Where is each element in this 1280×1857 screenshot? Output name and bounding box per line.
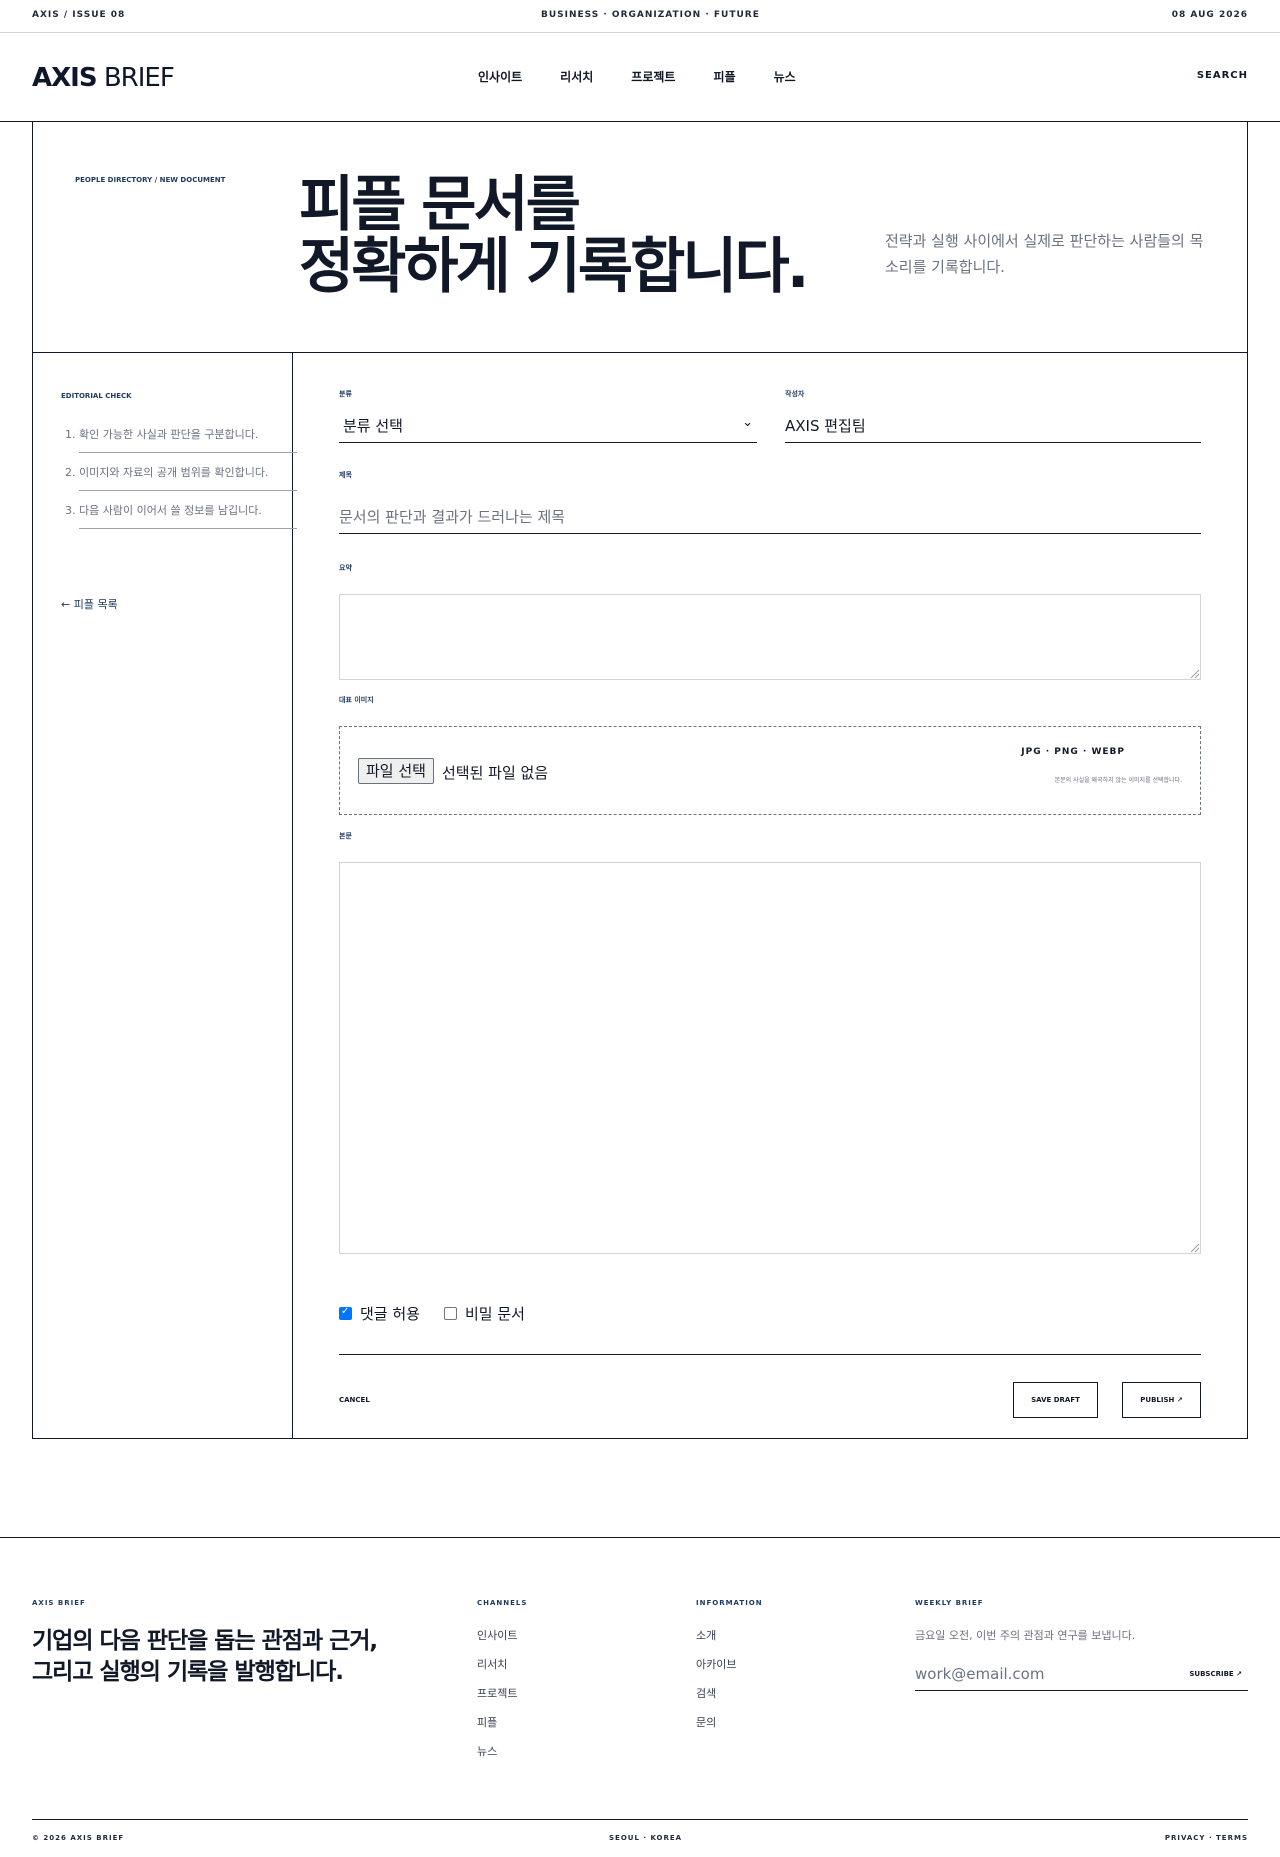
document-options: 댓글 허용 비밀 문서 [339, 1303, 525, 1324]
footer-link[interactable]: 아카이브 [696, 1656, 763, 1672]
body-label: 본문 [339, 832, 352, 840]
title-label: 제목 [339, 471, 352, 479]
accepted-formats: JPG · PNG · WEBP [1021, 747, 1125, 757]
hero: PEOPLE DIRECTORY / NEW DOCUMENT 피플 문서를 정… [33, 122, 1247, 353]
footer-link[interactable]: 피플 [477, 1714, 527, 1730]
check-item-text: 확인 가능한 사실과 판단을 구분합니다. [79, 428, 259, 441]
logo[interactable]: AXIS BRIEF [32, 63, 175, 93]
checkbox-checked-icon[interactable] [339, 1306, 352, 1320]
page-title-line2: 정확하게 기록합니다. [299, 232, 809, 302]
sidebar: EDITORIAL CHECK 1. 확인 가능한 사실과 판단을 구분합니다. … [33, 353, 297, 1438]
private-document-label: 비밀 문서 [464, 1305, 525, 1323]
page-title: 피플 문서를 정확하게 기록합니다. [299, 170, 809, 302]
copyright: © 2026 AXIS BRIEF [32, 1834, 125, 1842]
main-nav: 인사이트 리서치 프로젝트 피플 뉴스 [478, 68, 796, 85]
footer-link[interactable]: 인사이트 [477, 1627, 527, 1643]
category-select[interactable]: 분류 선택 ⌄ [339, 409, 757, 443]
nav-item-people[interactable]: 피플 [713, 68, 735, 85]
page-title-line1: 피플 문서를 [299, 170, 581, 240]
email-input[interactable]: work@email.com SUBSCRIBE ↗ [915, 1661, 1248, 1691]
footer-location: SEOUL · KOREA [609, 1834, 683, 1842]
check-item-text: 다음 사람이 이어서 쓸 정보를 남깁니다. [79, 504, 262, 517]
logo-bold: AXIS [32, 63, 98, 93]
top-bar: AXIS / ISSUE 08 BUSINESS · ORGANIZATION … [0, 0, 1280, 33]
body-textarea[interactable] [339, 862, 1201, 1254]
category-label: 분류 [339, 390, 352, 398]
title-input[interactable]: 문서의 판단과 결과가 드러나는 제목 [339, 500, 1201, 534]
category-value: 분류 선택 [343, 417, 403, 435]
allow-comments-label: 댓글 허용 [360, 1305, 420, 1323]
footer-link[interactable]: 프로젝트 [477, 1685, 527, 1701]
footer-link[interactable]: 뉴스 [477, 1743, 527, 1759]
footer-bottom: © 2026 AXIS BRIEF SEOUL · KOREA PRIVACY … [32, 1819, 1248, 1842]
check-item: 2. 이미지와 자료의 공개 범위를 확인합니다. [65, 463, 297, 491]
subscribe-button[interactable]: SUBSCRIBE ↗ [1189, 1670, 1242, 1678]
site-header: AXIS BRIEF 인사이트 리서치 프로젝트 피플 뉴스 SEARCH [0, 33, 1280, 122]
information-heading: INFORMATION [696, 1599, 763, 1607]
resize-handle-icon[interactable] [1191, 1244, 1199, 1252]
check-item: 1. 확인 가능한 사실과 판단을 구분합니다. [65, 425, 297, 453]
hero-description: 전략과 실행 사이에서 실제로 판단하는 사람들의 목소리를 기록합니다. [885, 232, 1204, 276]
editorial-check-heading: EDITORIAL CHECK [61, 392, 132, 400]
editorial-check-list: 1. 확인 가능한 사실과 판단을 구분합니다. 2. 이미지와 자료의 공개 범위… [65, 425, 297, 539]
nav-item-insight[interactable]: 인사이트 [478, 68, 522, 85]
image-label: 대표 이미지 [339, 696, 374, 704]
resize-handle-icon[interactable] [1191, 670, 1199, 678]
cancel-button[interactable]: CANCEL [339, 1396, 370, 1404]
weekly-brief: WEEKLY BRIEF 금요일 오전, 이번 주의 관점과 연구를 보냅니다.… [915, 1599, 1248, 1691]
author-label: 작성자 [785, 390, 805, 398]
footer-information: INFORMATION 소개 아카이브 검색 문의 [696, 1599, 763, 1743]
check-item-text: 이미지와 자료의 공개 범위를 확인합니다. [79, 466, 269, 479]
footer-tagline-line1: 기업의 다음 판단을 돕는 관점과 근거, [32, 1628, 378, 1654]
footer-link[interactable]: 리서치 [477, 1656, 527, 1672]
checkbox-empty-icon[interactable] [443, 1307, 457, 1320]
publish-button[interactable]: PUBLISH ↗ [1122, 1382, 1201, 1418]
footer-brand: AXIS BRIEF [32, 1599, 86, 1607]
back-to-people-link[interactable]: ← 피플 목록 [61, 596, 118, 612]
footer-link[interactable]: 검색 [696, 1685, 763, 1701]
logo-light: BRIEF [103, 63, 175, 93]
footer-channels: CHANNELS 인사이트 리서치 프로젝트 피플 뉴스 [477, 1599, 527, 1772]
nav-item-research[interactable]: 리서치 [560, 68, 593, 85]
save-draft-button[interactable]: SAVE DRAFT [1013, 1382, 1098, 1418]
editor-frame: PEOPLE DIRECTORY / NEW DOCUMENT 피플 문서를 정… [32, 122, 1248, 1439]
author-field[interactable]: AXIS 편집팀 [785, 409, 1201, 443]
image-upload-zone[interactable]: 파일 선택 선택된 파일 없음 JPG · PNG · WEBP 본문의 사실을… [339, 726, 1201, 815]
breadcrumb: PEOPLE DIRECTORY / NEW DOCUMENT [75, 176, 226, 184]
site-footer: AXIS BRIEF 기업의 다음 판단을 돕는 관점과 근거, 그리고 실행의… [0, 1537, 1280, 1857]
footer-link[interactable]: 문의 [696, 1714, 763, 1730]
private-document-checkbox[interactable]: 비밀 문서 [443, 1303, 525, 1324]
file-select-button[interactable]: 파일 선택 [358, 758, 434, 784]
legal-links[interactable]: PRIVACY · TERMS [1165, 1834, 1248, 1842]
footer-link[interactable]: 소개 [696, 1627, 763, 1643]
nav-item-news[interactable]: 뉴스 [774, 68, 796, 85]
summary-label: 요약 [339, 564, 352, 572]
allow-comments-checkbox[interactable]: 댓글 허용 [339, 1303, 420, 1324]
nav-item-project[interactable]: 프로젝트 [631, 68, 675, 85]
footer-tagline: 기업의 다음 판단을 돕는 관점과 근거, 그리고 실행의 기록을 발행합니다. [32, 1626, 412, 1688]
check-item: 3. 다음 사람이 이어서 쓸 정보를 남깁니다. [65, 501, 297, 529]
divider [339, 1354, 1201, 1355]
summary-textarea[interactable] [339, 594, 1201, 680]
weekly-description: 금요일 오전, 이번 주의 관점과 연구를 보냅니다. [915, 1629, 1136, 1642]
weekly-heading: WEEKLY BRIEF [915, 1599, 984, 1607]
issue-label: AXIS / ISSUE 08 [32, 10, 126, 20]
issue-date: 08 AUG 2026 [1171, 10, 1248, 20]
topbar-tagline: BUSINESS · ORGANIZATION · FUTURE [541, 10, 760, 20]
footer-tagline-line2: 그리고 실행의 기록을 발행합니다. [32, 1659, 344, 1685]
search-link[interactable]: SEARCH [1197, 70, 1248, 81]
file-status: 선택된 파일 없음 [442, 764, 549, 782]
chevron-down-icon: ⌄ [742, 415, 753, 430]
email-placeholder: work@email.com [915, 1665, 1045, 1683]
channels-heading: CHANNELS [477, 1599, 528, 1607]
upload-hint: 본문의 사실을 왜곡하지 않는 이미지를 선택합니다. [1054, 777, 1182, 784]
